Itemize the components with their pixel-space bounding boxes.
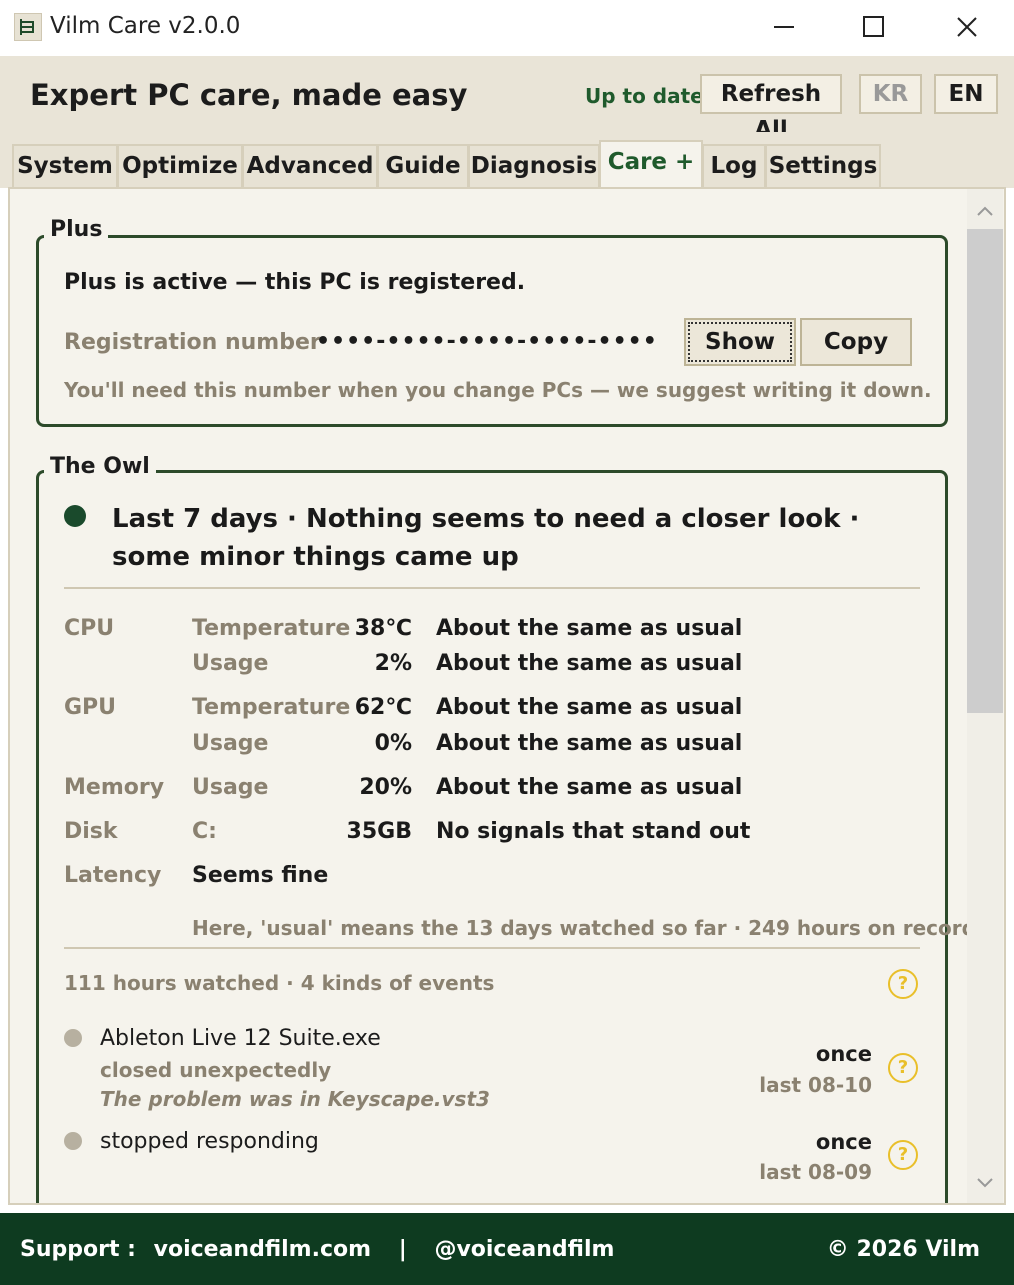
copy-button[interactable]: Copy <box>800 318 912 366</box>
scrollbar-thumb[interactable] <box>967 229 1003 713</box>
event-detail: closed unexpectedly <box>100 1058 332 1082</box>
tab-bar: System Optimize Advanced Guide Diagnosis… <box>0 132 1014 190</box>
tab-system[interactable]: System <box>12 144 118 188</box>
language-en-button[interactable]: EN <box>934 74 998 114</box>
metric-category: Latency <box>64 863 162 888</box>
scroll-down-icon[interactable] <box>967 1169 1003 1199</box>
metric-sub: Seems fine <box>192 863 329 888</box>
refresh-all-button[interactable]: Refresh All <box>700 74 842 143</box>
vertical-scrollbar[interactable] <box>967 189 1003 1203</box>
metric-value: 0% <box>374 731 412 756</box>
maximize-button[interactable] <box>828 0 918 56</box>
metric-sub: Usage <box>192 731 269 756</box>
metric-sub: Usage <box>192 651 269 676</box>
metric-sub: Usage <box>192 775 269 800</box>
watch-summary: 111 hours watched · 4 kinds of events <box>64 971 495 995</box>
event-bullet-icon <box>64 1132 82 1150</box>
title-bar: Vilm Care v2.0.0 <box>0 0 1014 56</box>
metric-value: 38℃ <box>354 616 412 641</box>
metric-sub: C: <box>192 819 217 844</box>
app-header: Expert PC care, made easy Up to date Ref… <box>0 56 1014 143</box>
metric-description: No signals that stand out <box>436 819 751 844</box>
app-footer: Support : voiceandfilm.com | @voiceandfi… <box>0 1213 1014 1285</box>
app-logo-icon <box>14 13 42 41</box>
divider <box>64 587 920 589</box>
metric-category: CPU <box>64 616 115 641</box>
usual-note: Here, 'usual' means the 13 days watched … <box>192 916 976 940</box>
scroll-up-icon[interactable] <box>967 195 1003 225</box>
metric-description: About the same as usual <box>436 616 743 641</box>
window-title: Vilm Care v2.0.0 <box>50 13 241 39</box>
registration-hint: You'll need this number when you change … <box>64 378 932 402</box>
support-label: Support : <box>20 1237 136 1262</box>
tab-settings[interactable]: Settings <box>765 144 881 188</box>
metric-description: About the same as usual <box>436 695 743 720</box>
footer-support: Support : voiceandfilm.com | @voiceandfi… <box>20 1237 614 1262</box>
event-count: once <box>815 1130 872 1154</box>
update-status: Up to date <box>585 84 704 108</box>
footer-divider: | <box>398 1237 407 1262</box>
event-last-seen: last 08-09 <box>759 1160 872 1184</box>
tagline: Expert PC care, made easy <box>30 78 468 112</box>
event-name: Ableton Live 12 Suite.exe <box>100 1026 381 1051</box>
metric-sub: Temperature <box>192 695 351 720</box>
tab-guide[interactable]: Guide <box>377 144 469 188</box>
tab-diagnosis[interactable]: Diagnosis <box>468 144 600 188</box>
metric-value: 62℃ <box>354 695 412 720</box>
metric-sub: Temperature <box>192 616 351 641</box>
help-icon[interactable]: ? <box>888 1140 918 1170</box>
plus-status-message: Plus is active — this PC is registered. <box>64 270 526 295</box>
minimize-button[interactable] <box>738 0 828 56</box>
metric-category: GPU <box>64 695 117 720</box>
event-count: once <box>815 1042 872 1066</box>
copyright: © 2026 Vilm <box>826 1237 980 1262</box>
support-site-link[interactable]: voiceandfilm.com <box>154 1237 371 1262</box>
support-handle-link[interactable]: @voiceandfilm <box>434 1237 614 1262</box>
registration-number-label: Registration number <box>64 330 321 355</box>
plus-legend: Plus <box>44 217 109 242</box>
metric-value: 2% <box>374 651 412 676</box>
registration-number-value: ••••-••••-••••-••••-•••• <box>316 329 658 354</box>
event-last-seen: last 08-10 <box>759 1073 872 1097</box>
language-kr-button[interactable]: KR <box>859 74 922 114</box>
metric-description: About the same as usual <box>436 651 743 676</box>
close-button[interactable] <box>920 0 1010 56</box>
metric-category: Memory <box>64 775 165 800</box>
show-button[interactable]: Show <box>684 318 796 366</box>
tab-optimize[interactable]: Optimize <box>117 144 243 188</box>
metric-category: Disk <box>64 819 118 844</box>
owl-headline: Last 7 days · Nothing seems to need a cl… <box>112 504 860 572</box>
metric-description: About the same as usual <box>436 731 743 756</box>
tab-advanced[interactable]: Advanced <box>242 144 378 188</box>
event-bullet-icon <box>64 1029 82 1047</box>
tab-log[interactable]: Log <box>702 144 766 188</box>
metric-description: About the same as usual <box>436 775 743 800</box>
help-icon[interactable]: ? <box>888 969 918 999</box>
event-name: stopped responding <box>100 1129 319 1154</box>
divider <box>64 947 920 949</box>
metric-value: 20% <box>359 775 412 800</box>
owl-legend: The Owl <box>44 454 156 479</box>
help-icon[interactable]: ? <box>888 1053 918 1083</box>
care-plus-panel: Plus Plus is active — this PC is registe… <box>8 187 1006 1205</box>
tab-care-plus[interactable]: Care + <box>599 140 703 190</box>
owl-status-dot-icon <box>64 505 86 527</box>
metric-value: 35GB <box>346 819 412 844</box>
event-cause: The problem was in Keyscape.vst3 <box>100 1087 490 1111</box>
